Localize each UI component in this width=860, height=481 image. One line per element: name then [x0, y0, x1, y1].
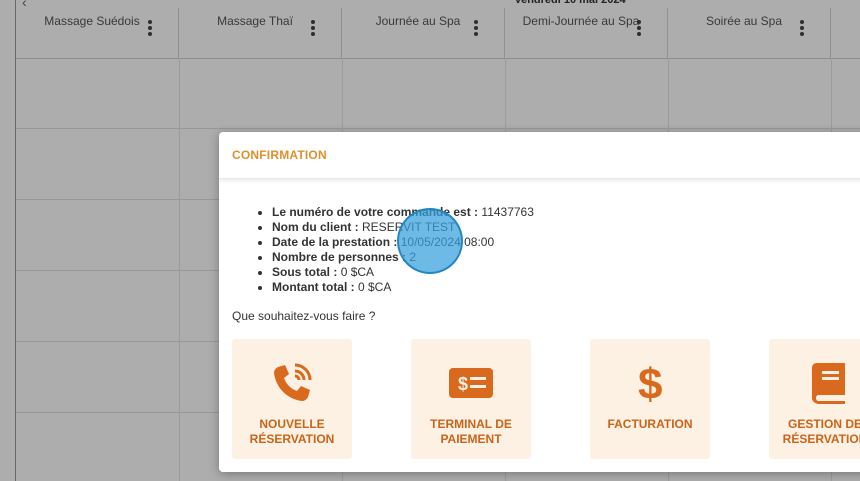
payment-terminal-button[interactable]: $ TERMINAL DE PAIEMENT	[411, 339, 531, 459]
new-reservation-button[interactable]: NOUVELLE RÉSERVATION	[232, 339, 352, 459]
detail-client-name: Nom du client : RESERVIT TEST	[272, 220, 860, 235]
order-details-list: Le numéro de votre commande est : 114377…	[232, 205, 860, 295]
click-indicator	[397, 208, 463, 274]
detail-order-number: Le numéro de votre commande est : 114377…	[272, 205, 860, 220]
dialog-header: CONFIRMATION	[219, 132, 860, 179]
action-label: TERMINAL DE PAIEMENT	[430, 417, 512, 446]
detail-service-date: Date de la prestation : 10/05/2024 08:00	[272, 235, 860, 250]
action-question: Que souhaitez-vous faire ?	[232, 309, 376, 323]
detail-total: Montant total : 0 $CA	[272, 280, 860, 295]
manage-reservations-button[interactable]: GESTION DESRÉSERVATIONS	[769, 339, 860, 459]
detail-people-count: Nombre de personnes : 2	[272, 250, 860, 265]
action-label: GESTION DESRÉSERVATIONS	[782, 417, 860, 446]
billing-button[interactable]: $ FACTURATION	[590, 339, 710, 459]
confirmation-dialog: CONFIRMATION Le numéro de votre commande…	[219, 132, 860, 472]
dollar-icon: $	[620, 353, 680, 413]
book-icon	[799, 353, 859, 413]
action-buttons: NOUVELLE RÉSERVATION $ TERMINAL DE PAIEMEN…	[232, 339, 860, 459]
action-label: FACTURATION	[607, 417, 693, 431]
svg-text:$: $	[458, 374, 468, 394]
detail-subtotal: Sous total : 0 $CA	[272, 265, 860, 280]
svg-text:$: $	[638, 360, 662, 407]
phone-icon	[262, 353, 322, 413]
action-label: NOUVELLE RÉSERVATION	[249, 417, 335, 446]
payment-card-icon: $	[441, 353, 501, 413]
dialog-title: CONFIRMATION	[232, 148, 327, 162]
dialog-body: Le numéro de votre commande est : 114377…	[219, 179, 860, 323]
